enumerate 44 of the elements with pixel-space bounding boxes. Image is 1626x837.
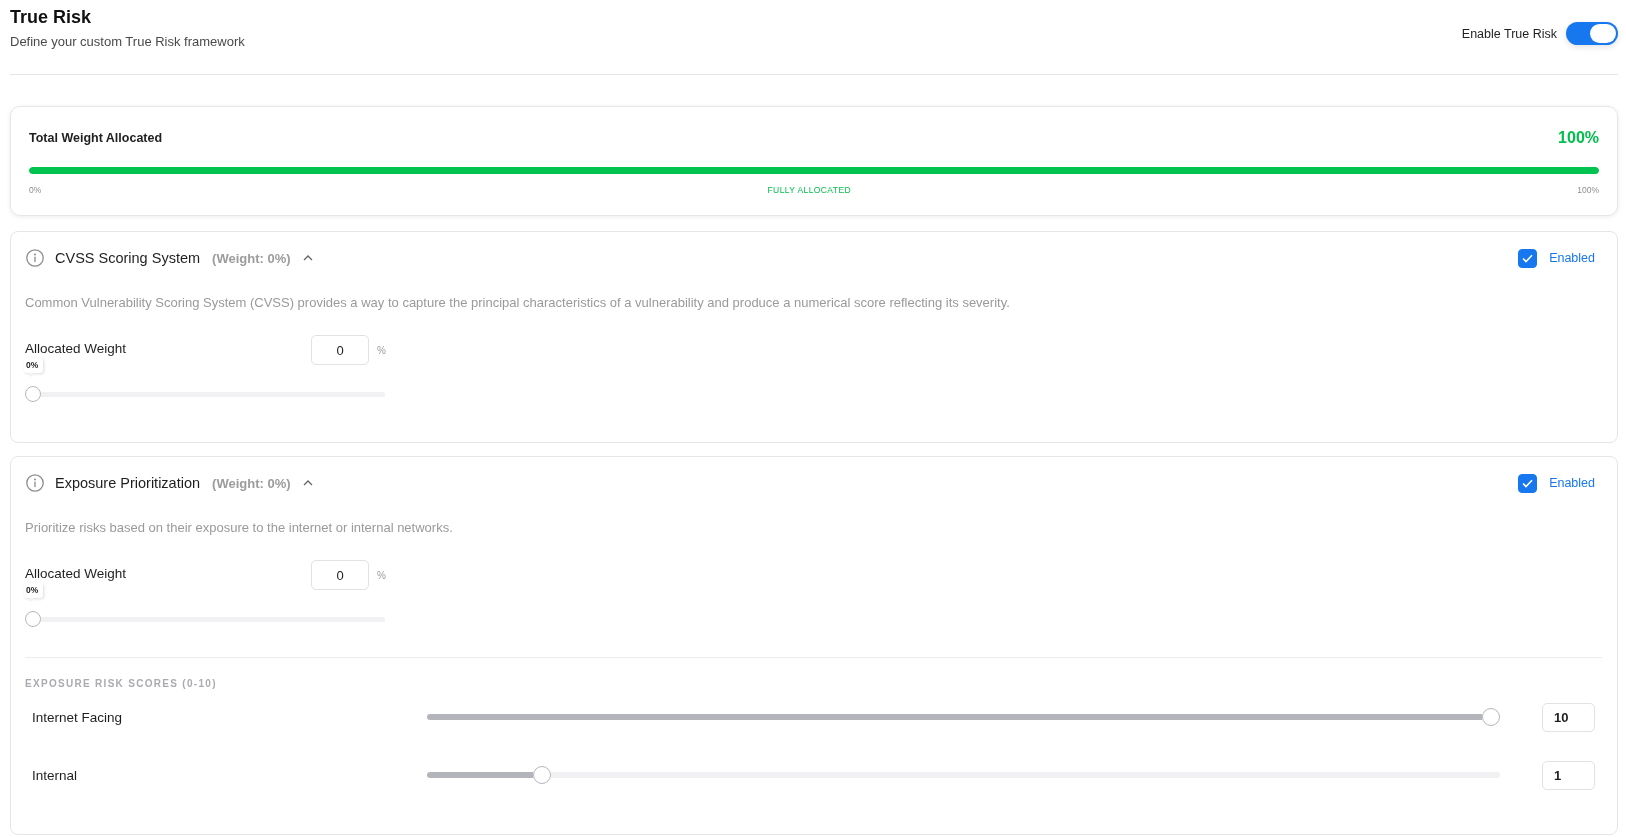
check-icon bbox=[1522, 478, 1534, 488]
toggle-switch[interactable] bbox=[1566, 22, 1618, 45]
slider-thumb[interactable] bbox=[25, 611, 41, 627]
subsection-heading: EXPOSURE RISK SCORES (0-10) bbox=[25, 678, 218, 690]
slider-thumb[interactable] bbox=[1482, 708, 1500, 726]
score-input[interactable]: 10 bbox=[1542, 702, 1595, 732]
chevron-up-icon[interactable] bbox=[302, 480, 313, 486]
field-label: Internal bbox=[32, 767, 79, 783]
checkbox-label[interactable]: Enabled bbox=[1549, 476, 1595, 490]
slider-track[interactable] bbox=[25, 386, 385, 402]
weight-input[interactable]: 0 bbox=[311, 560, 369, 590]
weight-label: (Weight: 0%) bbox=[212, 250, 291, 266]
info-icon bbox=[26, 249, 44, 267]
card-title: Total Weight Allocated bbox=[29, 131, 163, 145]
total-percentage: 100% bbox=[1558, 129, 1599, 147]
unit-label: % bbox=[377, 344, 386, 356]
allocation-status: FULLY ALLOCATED bbox=[767, 185, 851, 196]
score-input[interactable]: 1 bbox=[1542, 760, 1595, 790]
field-label: Internet Facing bbox=[32, 709, 124, 725]
chevron-up-icon[interactable] bbox=[302, 255, 313, 261]
checkbox[interactable] bbox=[1518, 473, 1538, 493]
weight-input[interactable]: 0 bbox=[311, 335, 369, 365]
field-label: Allocated Weight bbox=[25, 565, 128, 582]
field-label: Allocated Weight bbox=[25, 340, 128, 357]
slider-track[interactable] bbox=[427, 766, 1500, 784]
checkbox-label[interactable]: Enabled bbox=[1549, 251, 1595, 265]
toggle-label: Enable True Risk bbox=[1461, 26, 1557, 41]
section-title: Exposure Prioritization bbox=[55, 475, 201, 491]
checkbox[interactable] bbox=[1518, 248, 1538, 268]
weight-label: (Weight: 0%) bbox=[212, 475, 291, 491]
page-subtitle: Define your custom True Risk framework bbox=[10, 34, 245, 50]
check-icon bbox=[1522, 253, 1534, 263]
scale-label: 100% bbox=[1577, 185, 1599, 196]
info-icon bbox=[26, 474, 44, 492]
unit-label: % bbox=[377, 569, 386, 581]
slider-track[interactable] bbox=[25, 611, 385, 627]
slider-track[interactable] bbox=[427, 708, 1500, 726]
slider-thumb[interactable] bbox=[532, 766, 551, 784]
slider-thumb[interactable] bbox=[25, 386, 41, 402]
section-title: CVSS Scoring System bbox=[55, 250, 201, 266]
section-description: Common Vulnerability Scoring System (CVSS) provides a way to capture the principal characteristics of a vulnerability and produce a numerical score reflecting its severity. bbox=[25, 294, 1011, 312]
page-title: True Risk bbox=[10, 6, 93, 28]
section-description: Prioritize risks based on their exposure to the internet or internal networks. bbox=[25, 519, 454, 537]
scale-label: 0% bbox=[29, 185, 42, 196]
